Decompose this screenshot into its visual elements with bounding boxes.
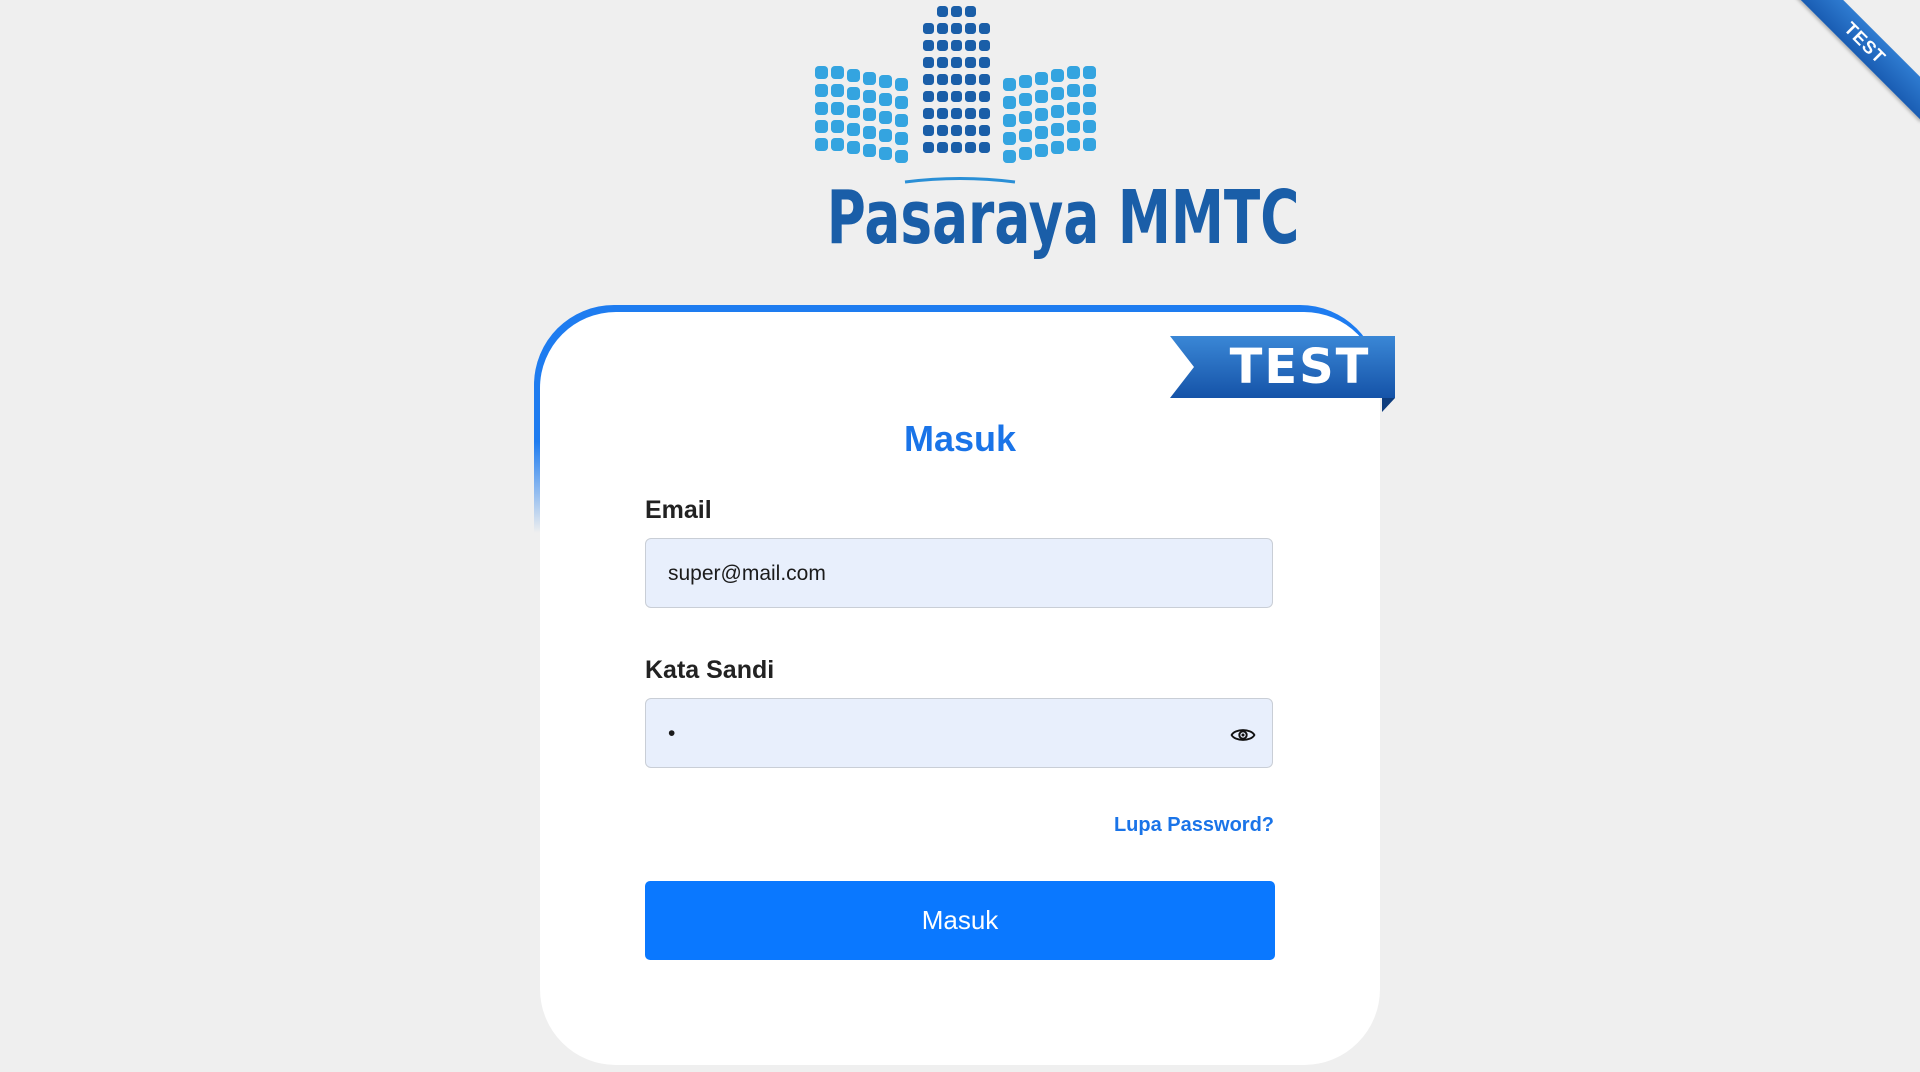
login-page: TEST Pasaraya MMTC TEST Masuk Email supe… (0, 0, 1920, 1072)
brand-logo: Pasaraya MMTC (775, 0, 1300, 265)
email-label: Email (645, 496, 712, 524)
test-badge: TEST (1170, 336, 1395, 412)
building-logo-icon (815, 6, 1096, 184)
password-field[interactable]: • (645, 698, 1273, 768)
brand-name: Pasaraya MMTC (826, 175, 1300, 261)
password-label: Kata Sandi (645, 656, 775, 684)
test-corner-label: TEST (1790, 0, 1920, 121)
eye-icon[interactable] (1230, 722, 1256, 748)
email-field[interactable]: super@mail.com (645, 538, 1273, 608)
page-title: Masuk (903, 418, 1017, 459)
test-corner-ribbon: TEST (1790, 0, 1920, 130)
login-button[interactable]: Masuk (645, 881, 1275, 960)
forgot-password-link[interactable]: Lupa Password? (1060, 814, 1274, 837)
test-badge-label: TEST (1229, 339, 1371, 395)
